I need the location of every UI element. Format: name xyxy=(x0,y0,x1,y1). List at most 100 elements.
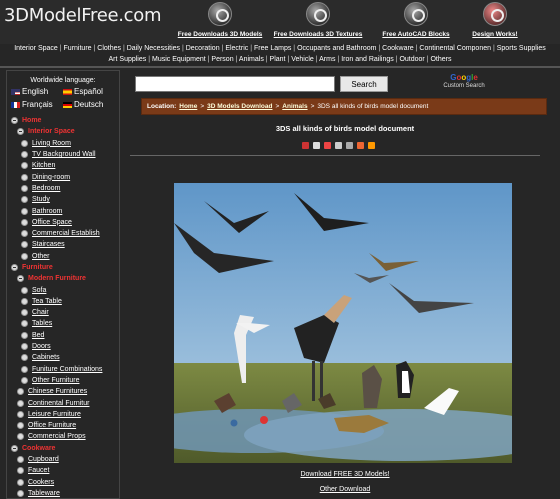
language-label[interactable]: Français xyxy=(22,100,53,109)
sidebar-item-label[interactable]: Funiture Combinations xyxy=(32,366,102,373)
breadcrumb-3d-models[interactable]: 3D Models Download xyxy=(207,103,272,110)
top-link-label[interactable]: Free Downloads 3D Textures xyxy=(268,31,368,38)
sidebar-item[interactable]: Home xyxy=(7,115,119,126)
bullet-icon[interactable] xyxy=(21,286,28,294)
sidebar-item-label[interactable]: Office Furniture xyxy=(28,422,76,429)
language-label[interactable]: Español xyxy=(74,87,103,96)
bullet-icon[interactable] xyxy=(21,218,28,226)
sidebar-item[interactable]: Cookers xyxy=(7,477,119,488)
sidebar-item[interactable]: Living Room xyxy=(7,138,119,149)
bullet-icon[interactable] xyxy=(17,422,24,430)
rss-icon[interactable] xyxy=(368,142,375,149)
sidebar-item-label[interactable]: Study xyxy=(32,196,50,203)
category-nav-item[interactable]: Arms xyxy=(319,56,335,63)
sidebar-item[interactable]: Study xyxy=(7,194,119,205)
top-link-label[interactable]: Free Downloads 3D Models xyxy=(170,31,270,38)
breadcrumb-animals[interactable]: Animals xyxy=(282,103,307,110)
sidebar-item-label[interactable]: Furniture xyxy=(22,264,53,271)
sidebar-item-label[interactable]: Cupboard xyxy=(28,456,59,463)
sidebar-item-label[interactable]: Commercial Establish xyxy=(32,230,100,237)
category-nav-item[interactable]: Furniture xyxy=(64,45,92,52)
category-nav-item[interactable]: Plant xyxy=(270,56,286,63)
category-nav-item[interactable]: Sports Supplies xyxy=(497,45,546,52)
sidebar-item-label[interactable]: Dining-room xyxy=(32,174,70,181)
sidebar-item[interactable]: Cabinets xyxy=(7,352,119,363)
category-nav-item[interactable]: Music Equipment xyxy=(152,56,206,63)
sidebar-item-label[interactable]: Doors xyxy=(32,343,51,350)
language-label[interactable]: Deutsch xyxy=(74,100,103,109)
top-link-design-works[interactable]: Design Works! xyxy=(445,2,545,38)
collapse-icon[interactable] xyxy=(17,128,24,136)
category-nav-item[interactable]: Daily Necessities xyxy=(127,45,180,52)
sidebar-item[interactable]: Tables xyxy=(7,318,119,329)
sidebar-item[interactable]: Other Furniture xyxy=(7,375,119,386)
sidebar-item-label[interactable]: Interior Space xyxy=(28,128,75,135)
sidebar-item-label[interactable]: Home xyxy=(22,117,41,124)
sidebar-item-label[interactable]: Chair xyxy=(32,309,49,316)
language-german[interactable]: Deutsch xyxy=(63,100,115,109)
collapse-icon[interactable] xyxy=(11,117,18,125)
sidebar-item-label[interactable]: Sofa xyxy=(32,287,46,294)
bullet-icon[interactable] xyxy=(17,489,24,497)
breadcrumb-home[interactable]: Home xyxy=(179,103,197,110)
sidebar-item[interactable]: Doors xyxy=(7,341,119,352)
category-nav-item[interactable]: Iron and Railings xyxy=(341,56,394,63)
bullet-icon[interactable] xyxy=(21,252,28,260)
sidebar-item[interactable]: Tableware xyxy=(7,488,119,498)
bullet-icon[interactable] xyxy=(17,478,24,486)
sidebar-item-label[interactable]: Commercial Props xyxy=(28,433,86,440)
facebook-icon[interactable] xyxy=(357,142,364,149)
bullet-icon[interactable] xyxy=(21,162,28,170)
collapse-icon[interactable] xyxy=(11,264,18,271)
sidebar-item[interactable]: Office Space xyxy=(7,217,119,228)
bullet-icon[interactable] xyxy=(17,410,24,418)
sidebar-item[interactable]: Continental Furnitur xyxy=(7,397,119,408)
bookmark-icon[interactable] xyxy=(302,142,309,149)
top-link-3d-models[interactable]: Free Downloads 3D Models xyxy=(170,2,270,38)
sidebar-item[interactable]: Sofa xyxy=(7,284,119,295)
sidebar-item-label[interactable]: Bathroom xyxy=(32,208,62,215)
sidebar-item-label[interactable]: Modern Furniture xyxy=(28,275,86,282)
sidebar-item-label[interactable]: Chinese Furnitures xyxy=(28,388,87,395)
sidebar-item[interactable]: Bedroom xyxy=(7,183,119,194)
digg-icon[interactable] xyxy=(324,142,331,149)
sidebar-item[interactable]: Interior Space xyxy=(7,126,119,137)
autocad-icon[interactable] xyxy=(404,2,428,26)
sidebar-item-label[interactable]: Bedroom xyxy=(32,185,60,192)
bullet-icon[interactable] xyxy=(21,196,28,204)
sidebar-item[interactable]: Faucet xyxy=(7,465,119,476)
category-nav-item[interactable]: Animals xyxy=(239,56,264,63)
3d-models-icon[interactable] xyxy=(208,2,232,26)
bullet-icon[interactable] xyxy=(17,456,24,464)
collapse-icon[interactable] xyxy=(11,444,18,452)
category-nav-item[interactable]: Others xyxy=(430,56,451,63)
bullet-icon[interactable] xyxy=(21,173,28,181)
bullet-icon[interactable] xyxy=(21,354,28,362)
top-link-3d-textures[interactable]: Free Downloads 3D Textures xyxy=(268,2,368,38)
language-english[interactable]: English xyxy=(11,87,63,96)
sidebar-item-label[interactable]: Cookware xyxy=(22,445,55,452)
category-nav-item[interactable]: Continental Componen xyxy=(419,45,491,52)
sidebar-item[interactable]: Cookware xyxy=(7,443,119,454)
category-nav-item[interactable]: Electric xyxy=(225,45,248,52)
google-custom-search[interactable]: Google Custom Search xyxy=(441,73,487,89)
sidebar-item-label[interactable]: Tea Table xyxy=(32,298,62,305)
sidebar-item-label[interactable]: Kitchen xyxy=(32,162,55,169)
sidebar-item-label[interactable]: Other Furniture xyxy=(32,377,79,384)
language-spanish[interactable]: Español xyxy=(63,87,115,96)
bullet-icon[interactable] xyxy=(21,207,28,215)
bullet-icon[interactable] xyxy=(21,230,28,238)
sidebar-item[interactable]: Bathroom xyxy=(7,205,119,216)
sidebar-item-label[interactable]: Continental Furnitur xyxy=(28,400,89,407)
category-nav-item[interactable]: Interior Space xyxy=(14,45,58,52)
bullet-icon[interactable] xyxy=(21,297,28,305)
design-works-icon[interactable] xyxy=(483,2,507,26)
bullet-icon[interactable] xyxy=(21,151,28,159)
sidebar-item[interactable]: Leisure Furniture xyxy=(7,409,119,420)
bullet-icon[interactable] xyxy=(21,376,28,384)
bullet-icon[interactable] xyxy=(17,388,24,396)
bullet-icon[interactable] xyxy=(21,320,28,328)
sidebar-item-label[interactable]: Cabinets xyxy=(32,354,60,361)
sidebar-item[interactable]: Office Furniture xyxy=(7,420,119,431)
search-input[interactable] xyxy=(135,76,335,92)
